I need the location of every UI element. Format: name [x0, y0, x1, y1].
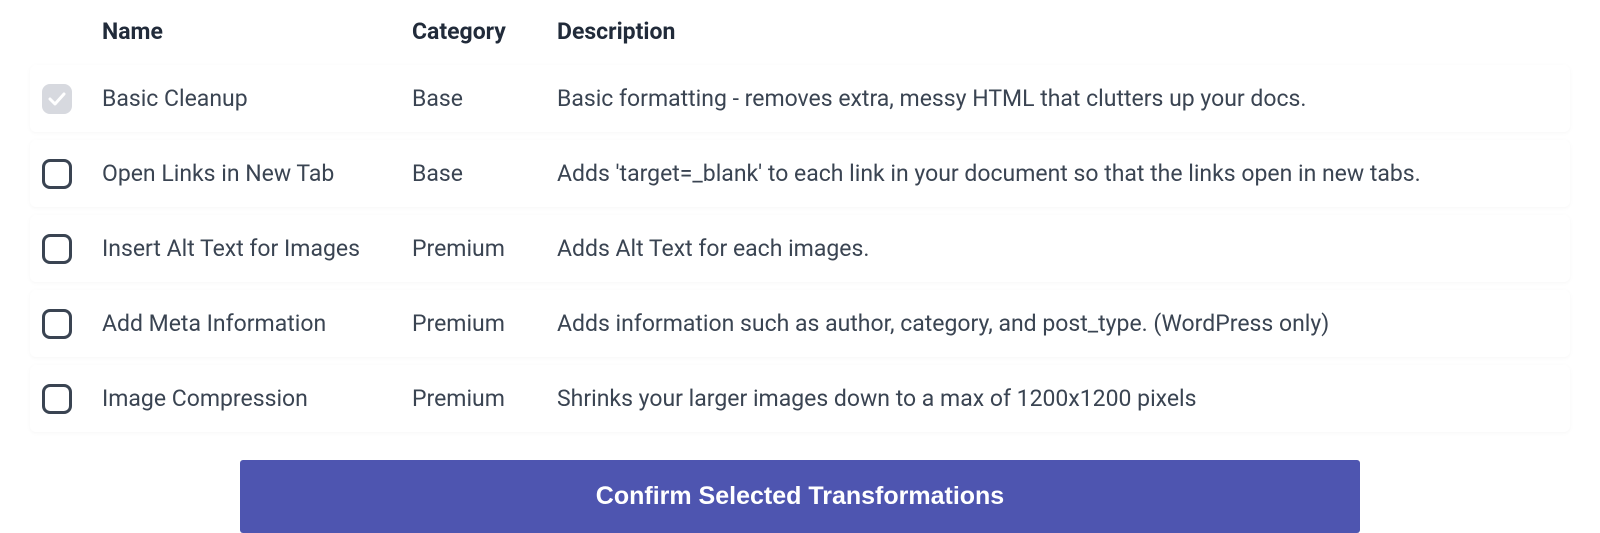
row-name: Image Compression [102, 383, 412, 414]
row-category: Base [412, 158, 557, 189]
confirm-button[interactable]: Confirm Selected Transformations [240, 460, 1360, 533]
table-header-row: Name Category Description [30, 0, 1570, 65]
row-checkbox [42, 84, 72, 114]
row-name: Insert Alt Text for Images [102, 233, 412, 264]
checkbox-cell [42, 84, 102, 114]
row-checkbox[interactable] [42, 159, 72, 189]
col-header-description: Description [557, 18, 1558, 45]
table-row: Open Links in New Tab Base Adds 'target=… [30, 140, 1570, 207]
row-description: Adds Alt Text for each images. [557, 233, 1558, 264]
row-description: Adds 'target=_blank' to each link in you… [557, 158, 1558, 189]
row-category: Premium [412, 233, 557, 264]
row-checkbox[interactable] [42, 234, 72, 264]
row-category: Premium [412, 383, 557, 414]
row-category: Premium [412, 308, 557, 339]
table-row: Insert Alt Text for Images Premium Adds … [30, 215, 1570, 282]
table-row: Add Meta Information Premium Adds inform… [30, 290, 1570, 357]
checkbox-cell [42, 384, 102, 414]
row-checkbox[interactable] [42, 384, 72, 414]
row-name: Basic Cleanup [102, 83, 412, 114]
row-checkbox[interactable] [42, 309, 72, 339]
transformations-panel: Name Category Description Basic Cleanup … [20, 0, 1580, 533]
row-name: Open Links in New Tab [102, 158, 412, 189]
row-category: Base [412, 83, 557, 114]
col-header-name: Name [102, 18, 412, 45]
transformations-table: Name Category Description Basic Cleanup … [30, 0, 1570, 432]
checkbox-cell [42, 309, 102, 339]
confirm-wrap: Confirm Selected Transformations [30, 460, 1570, 533]
row-description: Adds information such as author, categor… [557, 308, 1558, 339]
table-row: Image Compression Premium Shrinks your l… [30, 365, 1570, 432]
row-description: Shrinks your larger images down to a max… [557, 383, 1558, 414]
checkbox-cell [42, 234, 102, 264]
checkbox-cell [42, 159, 102, 189]
col-header-category: Category [412, 18, 557, 45]
table-row: Basic Cleanup Base Basic formatting - re… [30, 65, 1570, 132]
row-description: Basic formatting - removes extra, messy … [557, 83, 1558, 114]
check-icon [48, 92, 66, 106]
row-name: Add Meta Information [102, 308, 412, 339]
